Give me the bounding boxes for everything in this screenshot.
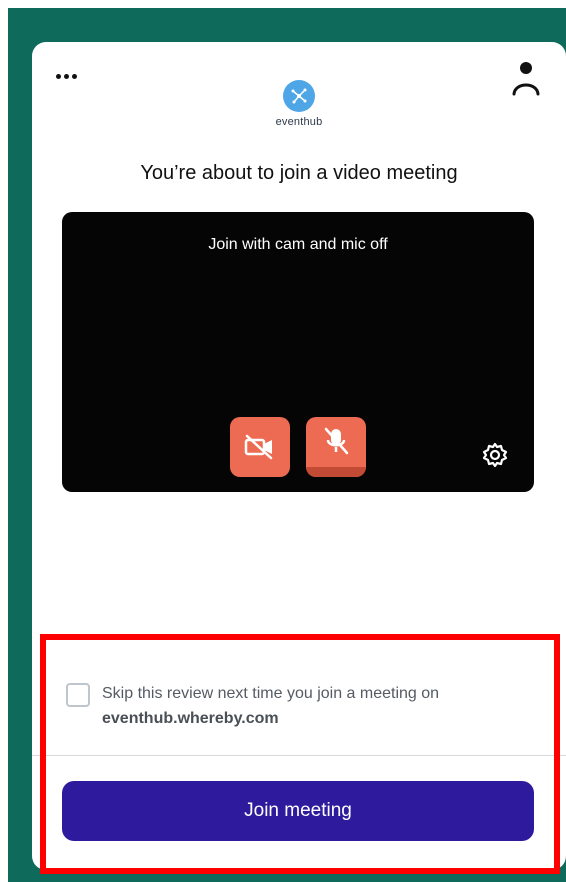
video-preview: Join with cam and mic off bbox=[62, 212, 534, 492]
mic-off-icon bbox=[324, 427, 349, 455]
skip-review-option[interactable]: Skip this review next time you join a me… bbox=[66, 681, 526, 731]
meeting-domain: eventhub.whereby.com bbox=[102, 710, 279, 727]
skip-review-checkbox[interactable] bbox=[66, 683, 90, 707]
camera-toggle-button[interactable] bbox=[230, 417, 290, 477]
screen: eventhub You’re about to join a video me… bbox=[0, 0, 566, 882]
brand-logo: eventhub bbox=[32, 80, 566, 128]
gear-icon[interactable] bbox=[478, 438, 512, 472]
join-meeting-card: eventhub You’re about to join a video me… bbox=[32, 42, 566, 870]
eventhub-logo-icon bbox=[283, 80, 315, 112]
divider bbox=[32, 755, 566, 756]
skip-review-label: Skip this review next time you join a me… bbox=[102, 681, 439, 731]
skip-review-text: Skip this review next time you join a me… bbox=[102, 685, 440, 702]
join-footer: Skip this review next time you join a me… bbox=[32, 647, 566, 870]
page-title: You’re about to join a video meeting bbox=[140, 162, 458, 184]
brand-name: eventhub bbox=[275, 116, 323, 128]
camera-off-icon bbox=[244, 434, 273, 460]
join-meeting-button[interactable]: Join meeting bbox=[62, 781, 534, 841]
microphone-toggle-button[interactable] bbox=[306, 417, 366, 477]
video-status-label: Join with cam and mic off bbox=[208, 236, 388, 253]
